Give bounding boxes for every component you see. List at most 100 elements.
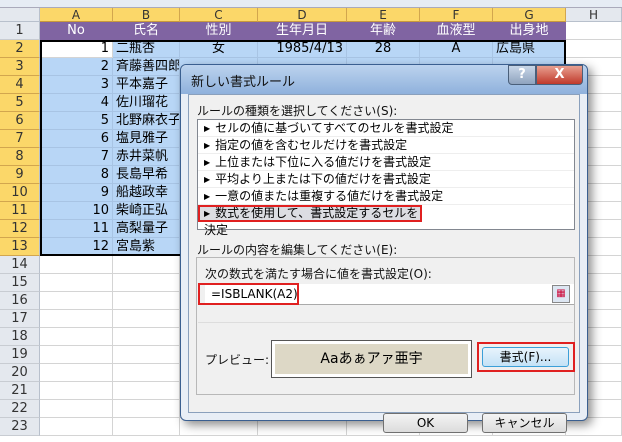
- cell[interactable]: [40, 418, 113, 436]
- cell[interactable]: 2: [40, 58, 113, 76]
- cell[interactable]: 8: [40, 166, 113, 184]
- row-header-7[interactable]: 7: [0, 130, 40, 148]
- cell[interactable]: [113, 274, 180, 292]
- column-header-E[interactable]: E: [347, 8, 420, 22]
- cell[interactable]: [40, 274, 113, 292]
- cell[interactable]: [113, 364, 180, 382]
- cell[interactable]: 生年月日: [258, 22, 347, 40]
- rule-type-item[interactable]: ▶ 数式を使用して、書式設定するセルを決定: [198, 205, 422, 237]
- cell[interactable]: 10: [40, 202, 113, 220]
- row-header-6[interactable]: 6: [0, 112, 40, 130]
- cell[interactable]: 二瓶杏: [113, 40, 180, 58]
- cell[interactable]: 氏名: [113, 22, 180, 40]
- cell[interactable]: 塩見雅子: [113, 130, 180, 148]
- cell[interactable]: 7: [40, 148, 113, 166]
- row-header-2[interactable]: 2: [0, 40, 40, 58]
- cell[interactable]: 高梨量子: [113, 220, 180, 238]
- cell[interactable]: 5: [40, 112, 113, 130]
- cell[interactable]: 6: [40, 130, 113, 148]
- cell[interactable]: 28: [347, 40, 420, 58]
- cell[interactable]: 佐川瑠花: [113, 94, 180, 112]
- cell[interactable]: 12: [40, 238, 113, 256]
- cell[interactable]: [40, 328, 113, 346]
- row-header-3[interactable]: 3: [0, 58, 40, 76]
- cell[interactable]: 1985/4/13: [258, 40, 347, 58]
- cell[interactable]: [113, 382, 180, 400]
- cell[interactable]: [113, 256, 180, 274]
- row-header-15[interactable]: 15: [0, 274, 40, 292]
- row-header-17[interactable]: 17: [0, 310, 40, 328]
- cell[interactable]: [566, 40, 622, 58]
- row-header-5[interactable]: 5: [0, 94, 40, 112]
- row-header-22[interactable]: 22: [0, 400, 40, 418]
- row-header-21[interactable]: 21: [0, 382, 40, 400]
- rule-type-item[interactable]: ▶ セルの値に基づいてすべてのセルを書式設定: [198, 120, 574, 137]
- ok-button[interactable]: OK: [383, 413, 468, 433]
- cancel-button[interactable]: キャンセル: [482, 413, 567, 433]
- row-header-23[interactable]: 23: [0, 418, 40, 436]
- cell[interactable]: 性別: [180, 22, 258, 40]
- column-header-H[interactable]: H: [566, 8, 622, 22]
- column-header-B[interactable]: B: [113, 8, 180, 22]
- cell[interactable]: 斉藤善四郎: [113, 58, 180, 76]
- cell[interactable]: 広島県: [493, 40, 566, 58]
- cell[interactable]: [40, 400, 113, 418]
- cell[interactable]: [40, 310, 113, 328]
- cell[interactable]: [566, 22, 622, 40]
- cell[interactable]: [40, 256, 113, 274]
- range-select-icon[interactable]: ▦: [552, 285, 570, 303]
- cell[interactable]: 赤井菜帆: [113, 148, 180, 166]
- cell[interactable]: 血液型: [420, 22, 493, 40]
- format-button[interactable]: 書式(F)...: [482, 347, 569, 367]
- cell[interactable]: 年齢: [347, 22, 420, 40]
- rule-type-list[interactable]: ▶ セルの値に基づいてすべてのセルを書式設定 ▶ 指定の値を含むセルだけを書式設定 ▶ 上…: [197, 119, 575, 237]
- row-header-19[interactable]: 19: [0, 346, 40, 364]
- row-header-12[interactable]: 12: [0, 220, 40, 238]
- cell[interactable]: 3: [40, 76, 113, 94]
- column-header-C[interactable]: C: [180, 8, 258, 22]
- row-header-20[interactable]: 20: [0, 364, 40, 382]
- cell[interactable]: 宮島紫: [113, 238, 180, 256]
- cell[interactable]: 11: [40, 220, 113, 238]
- row-header-8[interactable]: 8: [0, 148, 40, 166]
- cell[interactable]: [113, 310, 180, 328]
- column-header-D[interactable]: D: [258, 8, 347, 22]
- cell[interactable]: [40, 364, 113, 382]
- cell[interactable]: 柴崎正弘: [113, 202, 180, 220]
- cell[interactable]: [113, 400, 180, 418]
- row-header-4[interactable]: 4: [0, 76, 40, 94]
- cell[interactable]: 9: [40, 184, 113, 202]
- cell[interactable]: [40, 382, 113, 400]
- cell[interactable]: 1: [40, 40, 113, 58]
- row-header-9[interactable]: 9: [0, 166, 40, 184]
- cell[interactable]: 長島早希: [113, 166, 180, 184]
- rule-type-item[interactable]: ▶ 一意の値または重複する値だけを書式設定: [198, 188, 574, 205]
- cell[interactable]: [113, 346, 180, 364]
- row-header-14[interactable]: 14: [0, 256, 40, 274]
- cell[interactable]: No: [40, 22, 113, 40]
- row-header-1[interactable]: 1: [0, 22, 40, 40]
- cell[interactable]: [113, 418, 180, 436]
- column-header-F[interactable]: F: [420, 8, 493, 22]
- cell[interactable]: A: [420, 40, 493, 58]
- cell[interactable]: 船越政幸: [113, 184, 180, 202]
- column-header-A[interactable]: A: [40, 8, 113, 22]
- row-header-16[interactable]: 16: [0, 292, 40, 310]
- close-button[interactable]: X: [536, 65, 583, 85]
- cell[interactable]: 北野麻衣子: [113, 112, 180, 130]
- rule-type-item[interactable]: ▶ 平均より上または下の値だけを書式設定: [198, 171, 574, 188]
- row-header-18[interactable]: 18: [0, 328, 40, 346]
- cell[interactable]: [113, 328, 180, 346]
- cell[interactable]: [40, 346, 113, 364]
- cell[interactable]: 4: [40, 94, 113, 112]
- cell[interactable]: [40, 292, 113, 310]
- row-header-10[interactable]: 10: [0, 184, 40, 202]
- select-all-corner[interactable]: [0, 8, 40, 22]
- cell[interactable]: 平本嘉子: [113, 76, 180, 94]
- rule-type-item[interactable]: ▶ 上位または下位に入る値だけを書式設定: [198, 154, 574, 171]
- row-header-13[interactable]: 13: [0, 238, 40, 256]
- row-header-11[interactable]: 11: [0, 202, 40, 220]
- cell[interactable]: 出身地: [493, 22, 566, 40]
- help-button[interactable]: ?: [508, 65, 536, 85]
- cell[interactable]: [113, 292, 180, 310]
